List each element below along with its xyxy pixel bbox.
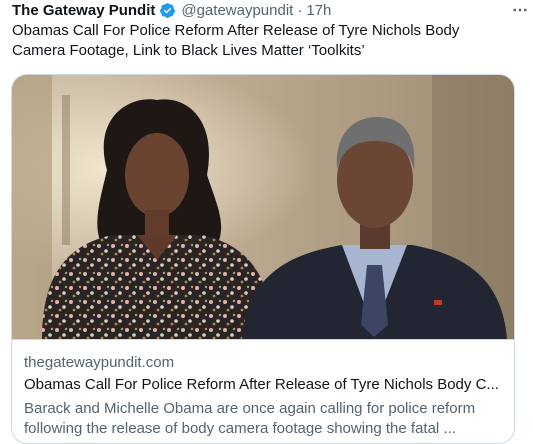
- verified-badge-icon: [159, 2, 176, 19]
- tweet-header: The Gateway Pundit @gatewaypundit · 17h: [12, 0, 521, 20]
- tweet[interactable]: The Gateway Pundit @gatewaypundit · 17h …: [0, 0, 533, 444]
- more-options-icon[interactable]: [507, 0, 533, 20]
- link-card[interactable]: thegatewaypundit.com Obamas Call For Pol…: [11, 74, 515, 444]
- tweet-timestamp[interactable]: 17h: [306, 2, 331, 19]
- card-image[interactable]: [12, 75, 514, 339]
- tweet-text: Obamas Call For Police Reform After Rele…: [12, 22, 460, 59]
- card-meta[interactable]: thegatewaypundit.com Obamas Call For Pol…: [12, 339, 514, 443]
- separator-dot: ·: [297, 1, 303, 19]
- author-name[interactable]: The Gateway Pundit: [12, 2, 155, 19]
- card-description: Barack and Michelle Obama are once again…: [24, 400, 476, 437]
- author-handle[interactable]: @gatewaypundit: [181, 2, 293, 19]
- card-domain: thegatewaypundit.com: [24, 354, 175, 371]
- card-title: Obamas Call For Police Reform After Rele…: [24, 376, 499, 393]
